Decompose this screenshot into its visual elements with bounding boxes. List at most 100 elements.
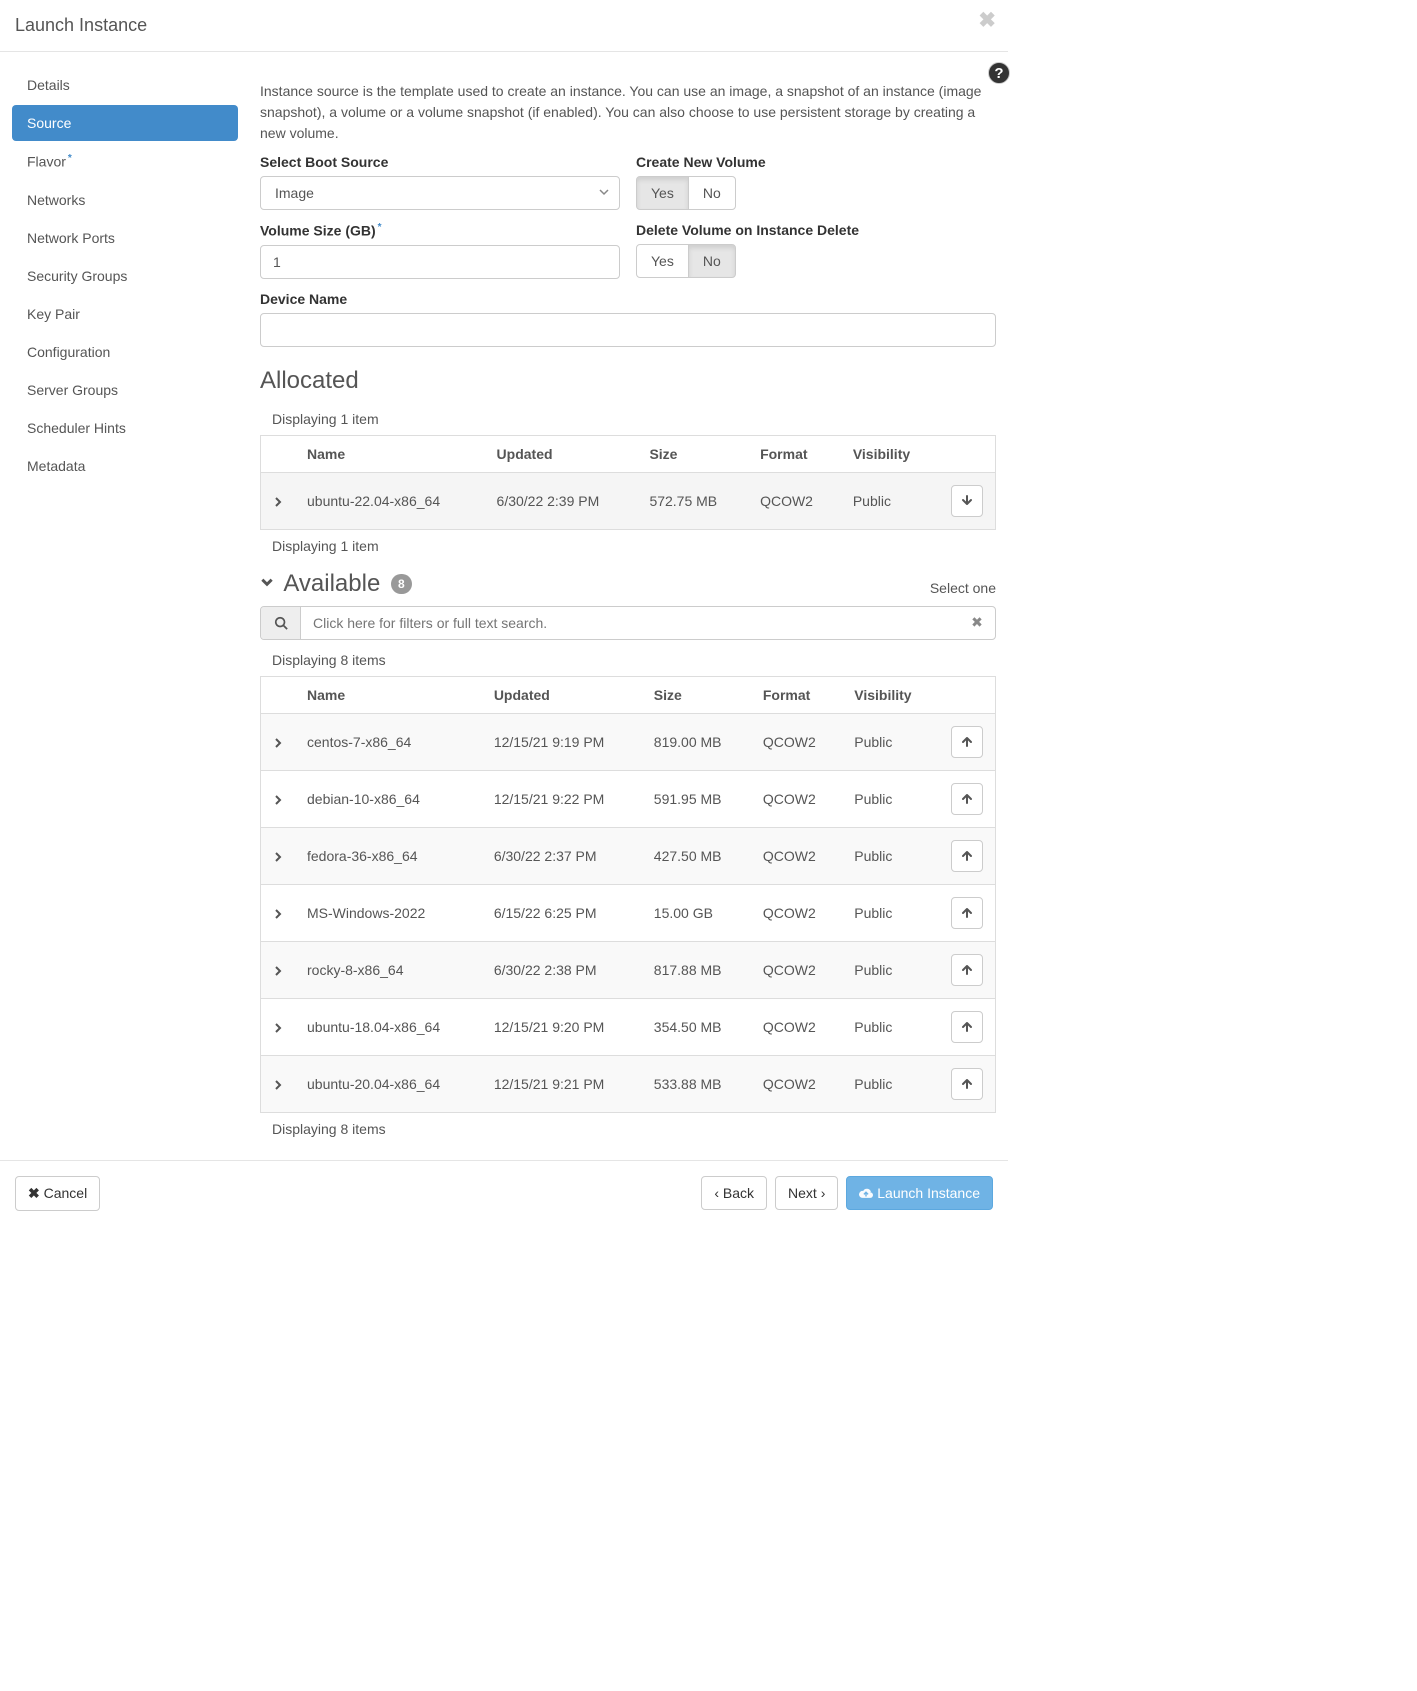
device-name-input[interactable]: [260, 313, 996, 347]
chevron-right-icon[interactable]: [273, 493, 283, 509]
chevron-right-icon[interactable]: [273, 848, 283, 864]
sidebar-item-configuration[interactable]: Configuration: [12, 334, 238, 370]
sidebar-item-source[interactable]: Source: [12, 105, 238, 141]
cell-format: QCOW2: [751, 1055, 842, 1112]
allocated-table: Name Updated Size Format Visibility ubun…: [260, 435, 996, 530]
sidebar-item-network-ports[interactable]: Network Ports: [12, 220, 238, 256]
volume-size-input[interactable]: [260, 245, 620, 279]
col-visibility[interactable]: Visibility: [841, 435, 939, 472]
cell-format: QCOW2: [751, 827, 842, 884]
cancel-button[interactable]: ✖ Cancel: [15, 1176, 100, 1211]
cell-name: ubuntu-18.04-x86_64: [295, 998, 482, 1055]
table-row: fedora-36-x86_646/30/22 2:37 PM427.50 MB…: [261, 827, 996, 884]
chevron-right-icon[interactable]: [273, 1019, 283, 1035]
chevron-right-icon[interactable]: [273, 734, 283, 750]
sidebar-item-details[interactable]: Details: [12, 67, 238, 103]
next-button[interactable]: Next ›: [775, 1176, 838, 1210]
col-name[interactable]: Name: [295, 676, 482, 713]
sidebar-item-scheduler-hints[interactable]: Scheduler Hints: [12, 410, 238, 446]
cell-updated: 12/15/21 9:21 PM: [482, 1055, 642, 1112]
boot-source-select[interactable]: Image: [260, 176, 620, 210]
cell-visibility: Public: [842, 1055, 939, 1112]
modal-body: Details Source Flavor* Networks Network …: [0, 52, 1008, 1160]
cell-updated: 6/15/22 6:25 PM: [482, 884, 642, 941]
cell-size: 819.00 MB: [642, 713, 751, 770]
cell-updated: 12/15/21 9:22 PM: [482, 770, 642, 827]
close-icon[interactable]: ✖: [978, 8, 996, 33]
add-button[interactable]: [951, 840, 983, 872]
sidebar-item-key-pair[interactable]: Key Pair: [12, 296, 238, 332]
wizard-content: Instance source is the template used to …: [250, 67, 1008, 1145]
col-visibility[interactable]: Visibility: [842, 676, 939, 713]
clear-search-icon[interactable]: ✖: [959, 607, 995, 639]
remove-button[interactable]: [951, 485, 983, 517]
table-row: MS-Windows-20226/15/22 6:25 PM15.00 GBQC…: [261, 884, 996, 941]
cell-size: 427.50 MB: [642, 827, 751, 884]
allocated-count-top: Displaying 1 item: [260, 403, 996, 435]
cell-size: 354.50 MB: [642, 998, 751, 1055]
col-name[interactable]: Name: [295, 435, 485, 472]
table-row: ubuntu-18.04-x86_6412/15/21 9:20 PM354.5…: [261, 998, 996, 1055]
add-button[interactable]: [951, 897, 983, 929]
modal-footer: ✖ Cancel ‹ Back Next › Launch Instance: [0, 1160, 1008, 1226]
chevron-right-icon[interactable]: [273, 905, 283, 921]
cell-name: rocky-8-x86_64: [295, 941, 482, 998]
cell-format: QCOW2: [748, 472, 841, 529]
search-bar: ✖: [260, 606, 996, 640]
create-volume-toggle: Yes No: [636, 176, 736, 210]
create-volume-no[interactable]: No: [688, 176, 736, 210]
allocated-count-bottom: Displaying 1 item: [260, 530, 996, 562]
col-updated[interactable]: Updated: [485, 435, 638, 472]
sidebar-item-networks[interactable]: Networks: [12, 182, 238, 218]
search-input[interactable]: [301, 607, 959, 639]
delete-volume-no[interactable]: No: [688, 244, 736, 278]
device-name-label: Device Name: [260, 291, 996, 307]
cell-format: QCOW2: [751, 770, 842, 827]
add-button[interactable]: [951, 954, 983, 986]
chevron-right-icon[interactable]: [273, 791, 283, 807]
sidebar-item-security-groups[interactable]: Security Groups: [12, 258, 238, 294]
modal-title: Launch Instance: [15, 15, 993, 36]
sidebar-item-flavor[interactable]: Flavor*: [12, 143, 238, 180]
col-format[interactable]: Format: [751, 676, 842, 713]
col-updated[interactable]: Updated: [482, 676, 642, 713]
add-button[interactable]: [951, 1068, 983, 1100]
cell-size: 15.00 GB: [642, 884, 751, 941]
delete-volume-yes[interactable]: Yes: [636, 244, 689, 278]
cloud-upload-icon: [859, 1185, 873, 1201]
cell-updated: 12/15/21 9:20 PM: [482, 998, 642, 1055]
table-row: ubuntu-20.04-x86_6412/15/21 9:21 PM533.8…: [261, 1055, 996, 1112]
allocated-heading: Allocated: [260, 367, 996, 395]
create-volume-yes[interactable]: Yes: [636, 176, 689, 210]
col-size[interactable]: Size: [642, 676, 751, 713]
source-description: Instance source is the template used to …: [260, 81, 996, 144]
col-format[interactable]: Format: [748, 435, 841, 472]
cell-updated: 6/30/22 2:39 PM: [485, 472, 638, 529]
add-button[interactable]: [951, 1011, 983, 1043]
chevron-right-icon[interactable]: [273, 962, 283, 978]
launch-instance-button[interactable]: Launch Instance: [846, 1176, 993, 1210]
volume-size-label: Volume Size (GB)*: [260, 222, 620, 239]
search-icon: [261, 607, 301, 639]
delete-volume-label: Delete Volume on Instance Delete: [636, 222, 996, 238]
cell-size: 572.75 MB: [637, 472, 748, 529]
available-heading[interactable]: Available 8 Select one: [260, 570, 996, 598]
cell-updated: 12/15/21 9:19 PM: [482, 713, 642, 770]
sidebar-item-server-groups[interactable]: Server Groups: [12, 372, 238, 408]
cell-name: ubuntu-22.04-x86_64: [295, 472, 485, 529]
help-icon[interactable]: ?: [988, 62, 1010, 84]
add-button[interactable]: [951, 783, 983, 815]
col-size[interactable]: Size: [637, 435, 748, 472]
modal-header: Launch Instance ✖: [0, 0, 1008, 52]
cell-visibility: Public: [841, 472, 939, 529]
chevron-right-icon: ›: [821, 1185, 826, 1201]
sidebar-item-metadata[interactable]: Metadata: [12, 448, 238, 484]
cell-visibility: Public: [842, 827, 939, 884]
cell-name: centos-7-x86_64: [295, 713, 482, 770]
cell-format: QCOW2: [751, 713, 842, 770]
chevron-right-icon[interactable]: [273, 1076, 283, 1092]
add-button[interactable]: [951, 726, 983, 758]
delete-volume-toggle: Yes No: [636, 244, 736, 278]
back-button[interactable]: ‹ Back: [701, 1176, 767, 1210]
create-volume-label: Create New Volume: [636, 154, 996, 170]
